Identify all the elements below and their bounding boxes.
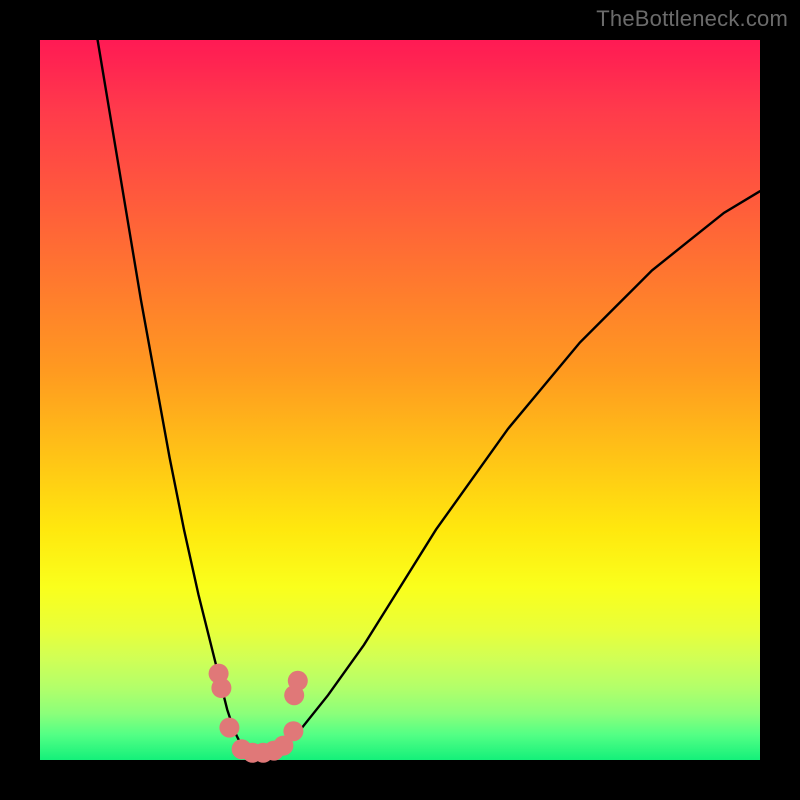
chart-frame: TheBottleneck.com [0,0,800,800]
plot-area [40,40,760,760]
watermark-text: TheBottleneck.com [596,6,788,32]
chart-svg [40,40,760,760]
curve-marker [288,671,308,691]
marker-group [209,664,308,763]
curve-marker [283,721,303,741]
curve-marker [219,718,239,738]
bottleneck-curve [98,40,760,753]
curve-marker [211,678,231,698]
